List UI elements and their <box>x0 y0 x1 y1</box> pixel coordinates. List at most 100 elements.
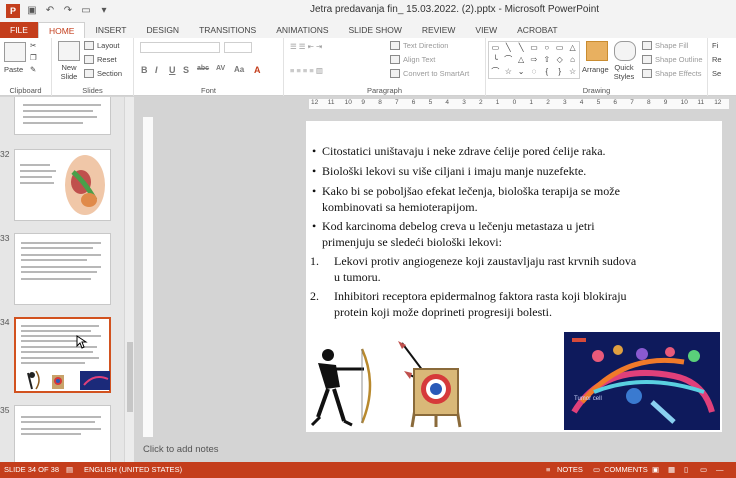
comments-button[interactable]: COMMENTS <box>604 465 648 474</box>
copy-icon[interactable]: ❐ <box>30 53 37 62</box>
shape-outline-button[interactable]: Shape Outline <box>642 55 703 64</box>
scrollbar-thumb[interactable] <box>127 342 133 412</box>
font-size-combo[interactable] <box>224 42 252 53</box>
tab-animations[interactable]: ANIMATIONS <box>266 22 338 38</box>
horizontal-ruler: 12 11 10 9 8 7 6 5 4 3 2 1 0 1 2 3 4 5 6 7 8 9 10 11 12 <box>309 99 729 109</box>
normal-view-icon[interactable]: ▣ <box>652 465 659 474</box>
thumb-text-line <box>21 278 91 280</box>
tumor-cell-diagram-icon[interactable]: Tumor cell <box>564 332 720 430</box>
drawing-group-label: Drawing <box>582 86 611 95</box>
slide-thumbnail[interactable] <box>14 97 111 135</box>
slideshow-icon[interactable]: ▭ <box>80 5 92 17</box>
ruler-mark: 6 <box>613 99 618 106</box>
quick-styles-button[interactable]: Quick Styles <box>612 63 636 81</box>
paste-icon[interactable] <box>4 42 26 62</box>
thumb-text-line <box>21 416 101 418</box>
bold-button[interactable]: B <box>141 65 148 75</box>
notes-placeholder[interactable]: Click to add notes <box>143 444 219 455</box>
tab-home[interactable]: HOME <box>37 22 86 38</box>
ruler-mark: 8 <box>647 99 651 106</box>
reset-button[interactable]: Reset <box>84 55 117 64</box>
notes-button[interactable]: NOTES <box>557 465 583 474</box>
section-button[interactable]: Section <box>84 69 122 78</box>
reading-view-icon[interactable]: ▯ <box>684 465 688 474</box>
italic-button[interactable]: I <box>155 65 158 75</box>
new-slide-icon[interactable] <box>58 41 80 61</box>
bullets-icon[interactable]: ☰ ☰ ⇤ ⇥ <box>290 42 322 51</box>
ruler-mark: 4 <box>579 99 584 106</box>
ruler-mark: 3 <box>563 99 567 106</box>
format-painter-icon[interactable]: ✎ <box>30 65 36 74</box>
vertical-ruler <box>143 117 153 437</box>
find-button[interactable]: Fi <box>712 41 718 50</box>
convert-smartart-button[interactable]: Convert to SmartArt <box>390 69 469 78</box>
shape-fill-button[interactable]: Shape Fill <box>642 41 688 50</box>
tab-view[interactable]: VIEW <box>465 22 507 38</box>
slide-thumbnail-33[interactable] <box>14 233 111 305</box>
cut-icon[interactable]: ✂ <box>30 41 36 50</box>
thumb-images-icon <box>27 370 110 390</box>
change-case-button[interactable]: Aa <box>234 65 244 74</box>
underline-button[interactable]: U <box>169 65 176 75</box>
new-slide-button[interactable]: New Slide <box>56 63 82 81</box>
customize-icon[interactable]: ▾ <box>98 5 110 17</box>
slide-thumbnail-32[interactable] <box>14 149 111 221</box>
thumbnails-scrollbar[interactable] <box>124 97 134 462</box>
slide-thumbnail-34-selected[interactable] <box>14 317 111 393</box>
zoom-slider-icon[interactable]: — <box>716 465 724 474</box>
arrange-button[interactable]: Arrange <box>582 65 609 74</box>
bullet-text-line-2: kombinovati sa hemioterapijom. <box>322 200 478 214</box>
numbered-text-line-1: Inhibitori receptora epidermalnog faktor… <box>334 289 627 303</box>
spelling-icon[interactable]: ▤ <box>66 465 73 474</box>
thumb-text-line <box>23 110 93 112</box>
language-indicator[interactable]: ENGLISH (UNITED STATES) <box>84 465 182 474</box>
archer-clipart-icon[interactable] <box>306 347 376 429</box>
slide-number: 32 <box>0 149 10 159</box>
text-direction-button[interactable]: Text Direction <box>390 41 448 50</box>
redo-icon[interactable]: ↷ <box>62 5 74 17</box>
tab-review[interactable]: REVIEW <box>412 22 466 38</box>
powerpoint-logo-icon: P <box>6 4 20 18</box>
tab-slide-show[interactable]: SLIDE SHOW <box>339 22 412 38</box>
font-name-combo[interactable] <box>140 42 220 53</box>
shape-effects-button[interactable]: Shape Effects <box>642 69 702 78</box>
shapes-gallery[interactable]: ▭ ╲ ╲ ▭ ○ ▭ △ ╰ ⌒ △ ⇨ ⇧ ◇ ⌂ ⌒ ☆ ⌄ ◌{} ☆ <box>488 41 580 79</box>
tab-design[interactable]: DESIGN <box>136 22 189 38</box>
tab-acrobat[interactable]: ACROBAT <box>507 22 567 38</box>
slide-number: 34 <box>0 317 10 327</box>
align-text-button[interactable]: Align Text <box>390 55 435 64</box>
tab-transitions[interactable]: TRANSITIONS <box>189 22 266 38</box>
layout-button[interactable]: Layout <box>84 41 120 50</box>
thumb-text-line <box>21 362 85 364</box>
align-icons[interactable]: ≡ ≡ ≡ ≡ ▥ <box>290 66 323 75</box>
thumb-text-line <box>21 259 87 261</box>
reset-icon <box>84 55 94 64</box>
character-spacing-button[interactable]: AV <box>216 65 225 72</box>
arrange-icon[interactable] <box>586 41 608 61</box>
save-icon[interactable]: ▣ <box>26 5 38 17</box>
quick-styles-icon[interactable] <box>614 41 636 61</box>
target-arrow-clipart-icon[interactable] <box>396 341 476 429</box>
strikethrough-button[interactable]: abc <box>197 65 209 72</box>
undo-icon[interactable]: ↶ <box>44 5 56 17</box>
tab-insert[interactable]: INSERT <box>85 22 136 38</box>
replace-button[interactable]: Re <box>712 55 722 64</box>
slide-thumbnails-pane[interactable]: 32 33 34 35 <box>0 97 124 462</box>
slideshow-view-icon[interactable]: ▭ <box>700 465 707 474</box>
tab-file[interactable]: FILE <box>0 22 38 38</box>
text-direction-label: Text Direction <box>403 41 449 50</box>
comments-icon[interactable]: ▭ <box>593 465 600 474</box>
notes-icon[interactable]: ≡ <box>546 465 550 474</box>
ruler-mark: 5 <box>428 99 433 106</box>
slide-sorter-icon[interactable]: ▦ <box>668 465 675 474</box>
shape-effects-label: Shape Effects <box>655 69 702 78</box>
ruler-mark: 0 <box>512 99 517 106</box>
thumb-text-line <box>20 170 56 172</box>
shadow-button[interactable]: S <box>183 65 189 75</box>
slide-thumbnail-35[interactable] <box>14 405 111 462</box>
thumb-text-line <box>21 421 95 423</box>
font-color-button[interactable]: A <box>254 65 261 75</box>
paste-button[interactable]: Paste <box>4 65 23 74</box>
current-slide[interactable]: • Citostatici uništavaju i neke zdrave ć… <box>306 121 722 432</box>
select-button[interactable]: Se <box>712 69 721 78</box>
